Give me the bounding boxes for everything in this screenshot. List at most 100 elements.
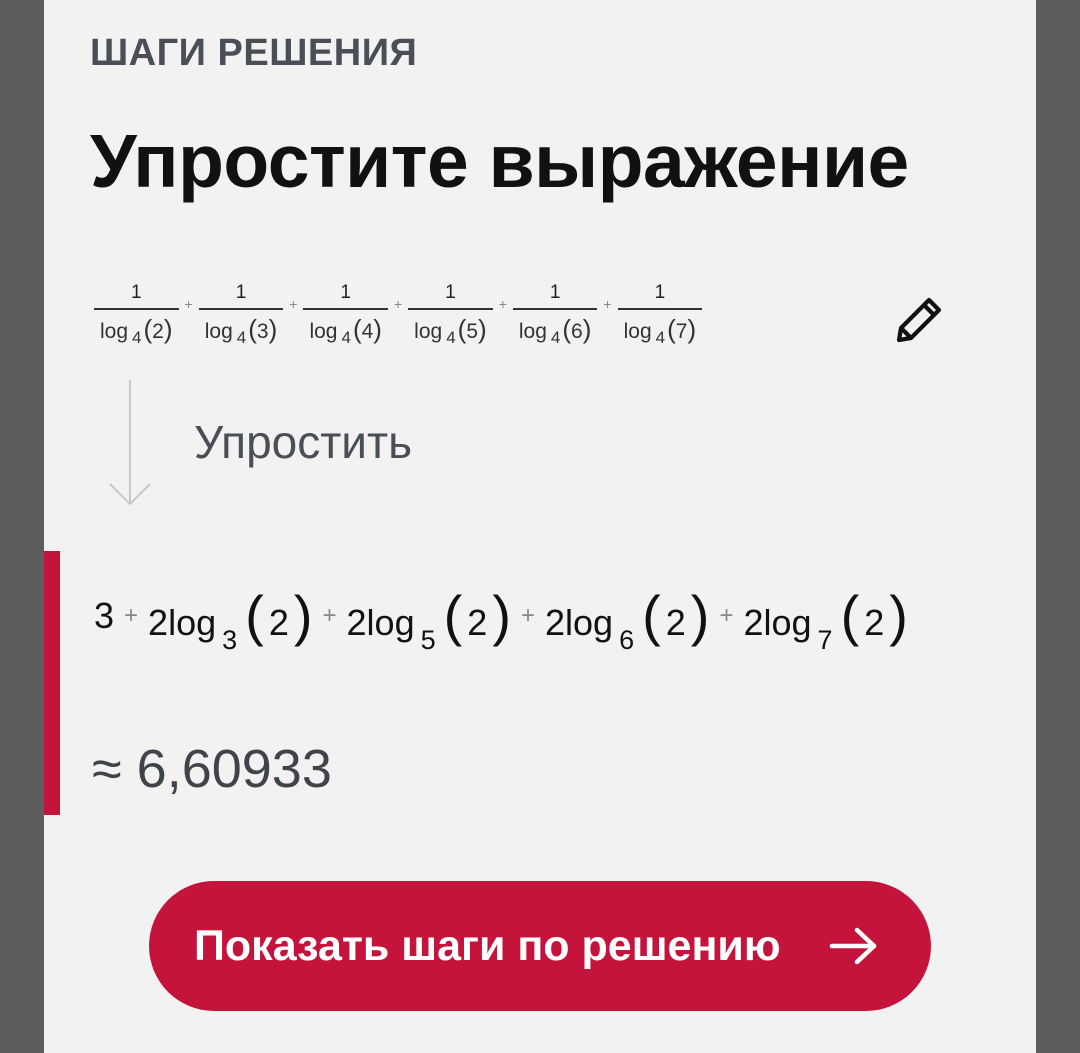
log-func: log xyxy=(623,319,652,343)
log-base: 4 xyxy=(341,327,351,347)
log-func: log xyxy=(518,319,547,343)
arrow-right-icon xyxy=(829,927,877,965)
denominator: log 4(2) xyxy=(94,310,179,347)
log-base: 4 xyxy=(550,327,561,347)
open-paren: ( xyxy=(840,584,860,647)
log-term: 2 log 6(2) xyxy=(544,584,710,656)
plus-operator: + xyxy=(289,295,298,312)
open-paren: ( xyxy=(457,313,467,344)
denominator: log 4(3) xyxy=(199,310,284,347)
coefficient: 2 xyxy=(346,602,367,643)
fraction-term: 1 log 4(6) xyxy=(512,282,598,347)
open-paren: ( xyxy=(562,313,572,344)
log-base: 3 xyxy=(222,625,238,655)
denominator: log 4(7) xyxy=(618,310,703,347)
close-paren: ) xyxy=(690,584,710,647)
show-steps-button[interactable]: Показать шаги по решению xyxy=(149,881,931,1011)
log-term: 2 log 7(2) xyxy=(743,584,908,656)
fraction-term: 1 log 4(2) xyxy=(94,282,179,347)
approx-value: ≈ 6,60933 xyxy=(92,738,332,800)
log-func: log xyxy=(763,602,812,643)
close-paren: ) xyxy=(478,313,487,344)
log-base: 5 xyxy=(420,625,436,655)
close-paren: ) xyxy=(373,313,382,344)
fraction-term: 1 log 4(3) xyxy=(198,282,284,347)
show-steps-label: Показать шаги по решению xyxy=(194,921,781,970)
page-title: Упростите выражение xyxy=(90,119,909,203)
log-arg: 2 xyxy=(864,602,885,643)
log-func: log xyxy=(414,319,443,343)
log-arg: 3 xyxy=(256,319,269,343)
open-paren: ( xyxy=(143,313,153,344)
fraction-term: 1 log 4(7) xyxy=(617,282,703,347)
open-paren: ( xyxy=(667,313,676,344)
close-paren: ) xyxy=(492,584,511,647)
log-func: log xyxy=(565,602,614,643)
fraction-term: 1 log 4(5) xyxy=(408,282,493,347)
result-expression: 3 +2 log 3(2) +2 log 5(2) +2 log 6(2) +2 log 7(2) xyxy=(94,584,908,656)
log-base: 4 xyxy=(446,327,456,347)
numerator: 1 xyxy=(654,282,666,303)
step-label: Упростить xyxy=(194,416,413,468)
denominator: log 4(6) xyxy=(513,310,598,347)
plus-operator: + xyxy=(184,295,193,312)
plus-operator: + xyxy=(603,295,612,312)
denominator: log 4(5) xyxy=(408,310,493,347)
open-paren: ( xyxy=(642,584,661,647)
log-arg: 2 xyxy=(665,602,686,643)
plus-operator: + xyxy=(520,602,535,629)
open-paren: ( xyxy=(352,313,362,344)
coefficient: 2 xyxy=(544,602,566,643)
open-paren: ( xyxy=(248,313,257,344)
numerator: 1 xyxy=(340,282,351,303)
numerator: 1 xyxy=(445,282,456,303)
log-arg: 6 xyxy=(571,319,583,343)
numerator: 1 xyxy=(235,282,247,303)
log-base: 4 xyxy=(236,327,247,347)
plus-operator: + xyxy=(124,602,139,629)
edit-expression-button[interactable] xyxy=(887,290,949,352)
plus-operator: + xyxy=(498,295,507,312)
plus-operator: + xyxy=(393,295,403,312)
log-base: 6 xyxy=(619,625,635,655)
close-paren: ) xyxy=(687,313,697,344)
approx-number: 6,60933 xyxy=(136,739,332,799)
log-arg: 2 xyxy=(467,602,488,643)
log-base: 7 xyxy=(817,625,833,655)
approx-symbol: ≈ xyxy=(92,739,122,799)
log-term: 2 log 3(2) xyxy=(148,584,313,656)
coefficient: 2 xyxy=(743,602,764,643)
open-paren: ( xyxy=(245,584,264,647)
solution-card: ШАГИ РЕШЕНИЯ Упростите выражение 1 log 4(2… xyxy=(44,0,1036,1053)
close-paren: ) xyxy=(293,584,313,647)
log-func: log xyxy=(168,602,217,643)
numerator: 1 xyxy=(130,282,142,303)
pencil-icon xyxy=(896,297,942,343)
open-paren: ( xyxy=(443,584,463,647)
log-base: 4 xyxy=(655,327,666,347)
close-paren: ) xyxy=(889,584,908,647)
fraction-term: 1 log 4(4) xyxy=(303,282,388,347)
log-func: log xyxy=(100,319,129,343)
plus-operator: + xyxy=(322,602,337,629)
log-func: log xyxy=(309,319,338,343)
numerator: 1 xyxy=(549,282,561,303)
close-paren: ) xyxy=(163,313,173,344)
log-arg: 5 xyxy=(466,319,479,343)
result-accent-bar xyxy=(44,551,60,815)
log-base: 4 xyxy=(132,327,142,347)
log-term: 2 log 5(2) xyxy=(346,584,511,656)
arrow-down-icon xyxy=(109,380,151,506)
log-arg: 4 xyxy=(361,319,374,343)
coefficient: 2 xyxy=(148,602,169,643)
plus-operator: + xyxy=(719,602,734,629)
log-func: log xyxy=(366,602,415,643)
close-paren: ) xyxy=(582,313,592,344)
log-arg: 2 xyxy=(152,319,164,343)
result-lead: 3 xyxy=(94,595,115,636)
close-paren: ) xyxy=(268,313,278,344)
denominator: log 4(4) xyxy=(303,310,388,347)
log-arg: 2 xyxy=(268,602,289,643)
input-expression: 1 log 4(2) +1 log 4(3) +1 log 4(4) +1 log 4(5) +1 log… xyxy=(94,282,703,347)
section-label: ШАГИ РЕШЕНИЯ xyxy=(90,32,418,74)
